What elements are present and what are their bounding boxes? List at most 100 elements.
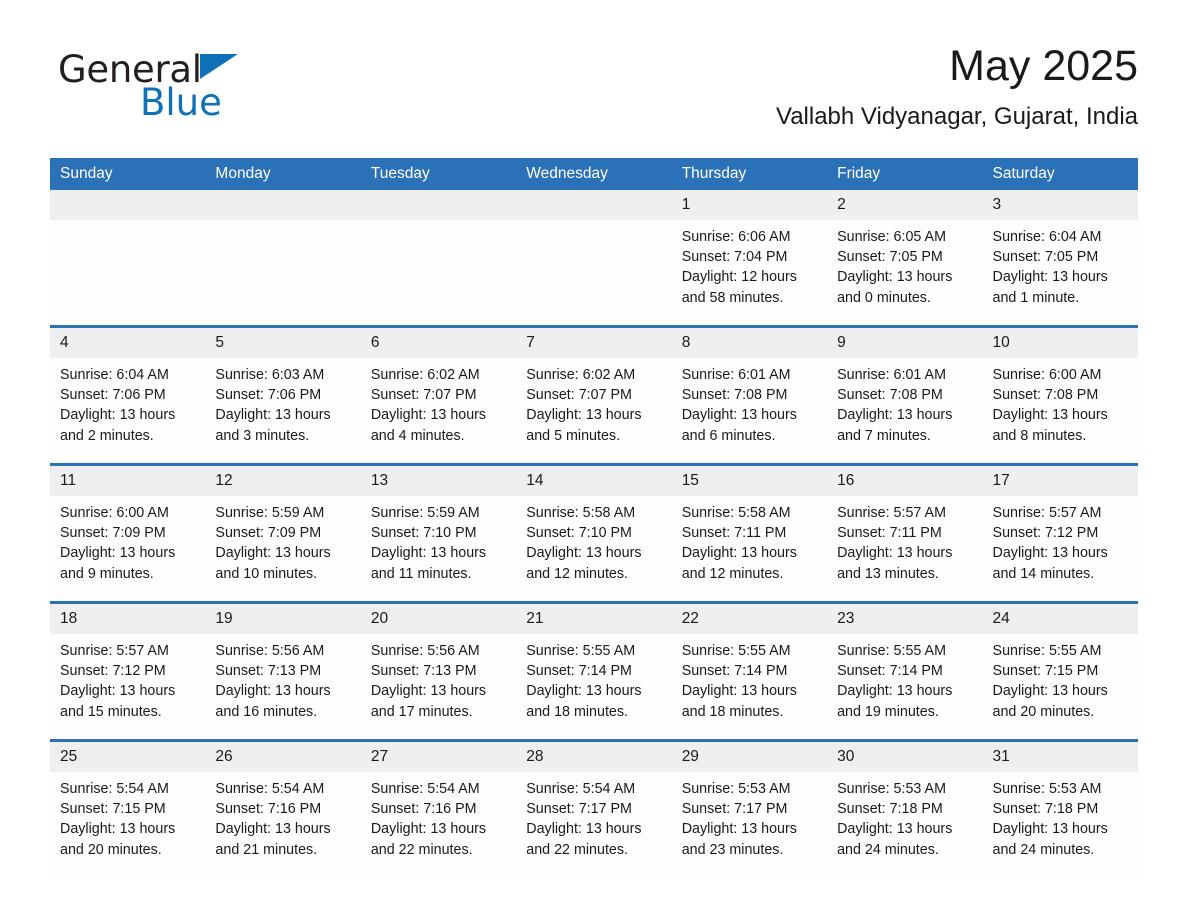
sunrise-text: Sunrise: 5:54 AM: [60, 781, 169, 797]
daylight-text: Daylight: 13 hours and 20 minutes.: [60, 821, 176, 858]
day-number: 15: [671, 466, 828, 496]
day-number: 23: [827, 604, 983, 634]
day-info: Sunrise: 5:54 AM Sunset: 7:17 PM Daylight:…: [516, 772, 671, 860]
day-number: 8: [671, 328, 828, 358]
calendar-day-cell[interactable]: 15 Sunrise: 5:58 AM Sunset: 7:11 PM Dayligh…: [671, 463, 828, 603]
sunset-text: Sunset: 7:15 PM: [992, 663, 1099, 680]
general-blue-logo[interactable]: General Blue: [58, 50, 318, 130]
day-number: 9: [827, 328, 983, 358]
sunset-text: Sunset: 7:11 PM: [681, 525, 787, 542]
calendar-header-row: Sunday Monday Tuesday Wednesday Thursday Frid…: [50, 158, 1138, 190]
daylight-text: Daylight: 13 hours and 23 minutes.: [681, 821, 797, 858]
calendar-day-cell[interactable]: 2 Sunrise: 6:05 AM Sunset: 7:05 PM Daylight…: [827, 190, 983, 327]
day-info: Sunrise: 6:04 AM Sunset: 7:05 PM Daylight:…: [983, 220, 1138, 308]
day-number: 7: [516, 328, 672, 358]
daylight-text: Daylight: 13 hours and 10 minutes.: [215, 545, 331, 582]
day-info: Sunrise: 6:02 AM Sunset: 7:07 PM Daylight:…: [361, 358, 516, 446]
calendar-day-cell[interactable]: 28 Sunrise: 5:54 AM Sunset: 7:17 PM Dayligh…: [516, 739, 672, 877]
calendar-day-cell[interactable]: 12 Sunrise: 5:59 AM Sunset: 7:09 PM Dayligh…: [205, 463, 361, 603]
day-number: 16: [827, 466, 983, 496]
calendar-day-cell[interactable]: 14 Sunrise: 5:58 AM Sunset: 7:10 PM Dayligh…: [516, 463, 672, 603]
calendar-day-cell[interactable]: 1 Sunrise: 6:06 AM Sunset: 7:04 PM Daylight…: [671, 190, 828, 327]
calendar-day-cell[interactable]: 20 Sunrise: 5:56 AM Sunset: 7:13 PM Dayligh…: [360, 601, 517, 741]
calendar-day-cell[interactable]: 8 Sunrise: 6:01 AM Sunset: 7:08 PM Daylight…: [671, 325, 828, 465]
day-number: [205, 190, 361, 220]
sunrise-text: Sunrise: 5:53 AM: [681, 781, 791, 797]
sunrise-text: Sunrise: 5:58 AM: [681, 505, 791, 521]
calendar-day-cell[interactable]: 24 Sunrise: 5:55 AM Sunset: 7:15 PM Dayligh…: [982, 601, 1138, 741]
calendar-day-cell[interactable]: 7 Sunrise: 6:02 AM Sunset: 7:07 PM Daylight…: [516, 325, 672, 465]
calendar-day-cell[interactable]: 30 Sunrise: 5:53 AM Sunset: 7:18 PM Dayligh…: [827, 739, 983, 877]
calendar-cell-empty: [50, 190, 206, 327]
calendar-day-cell[interactable]: 6 Sunrise: 6:02 AM Sunset: 7:07 PM Daylight…: [360, 325, 517, 465]
day-number: 4: [50, 328, 206, 358]
sunrise-text: Sunrise: 5:58 AM: [526, 505, 636, 521]
weekday-header-friday: Friday: [827, 158, 983, 190]
calendar-day-cell[interactable]: 9 Sunrise: 6:01 AM Sunset: 7:08 PM Daylight…: [827, 325, 983, 465]
daylight-text: Daylight: 13 hours and 24 minutes.: [837, 821, 953, 858]
daylight-text: Daylight: 13 hours and 16 minutes.: [215, 683, 331, 720]
daylight-text: Daylight: 13 hours and 8 minutes.: [992, 407, 1108, 444]
daylight-text: Daylight: 13 hours and 20 minutes.: [992, 683, 1108, 720]
daylight-text: Daylight: 13 hours and 21 minutes.: [215, 821, 331, 858]
calendar-day-cell[interactable]: 4 Sunrise: 6:04 AM Sunset: 7:06 PM Daylight…: [50, 325, 206, 465]
calendar-day-cell[interactable]: 29 Sunrise: 5:53 AM Sunset: 7:17 PM Dayligh…: [671, 739, 828, 877]
sunrise-text: Sunrise: 5:53 AM: [992, 781, 1102, 797]
calendar-day-cell[interactable]: 10 Sunrise: 6:00 AM Sunset: 7:08 PM Dayligh…: [982, 325, 1138, 465]
day-number: 13: [360, 466, 517, 496]
calendar-day-cell[interactable]: 18 Sunrise: 5:57 AM Sunset: 7:12 PM Dayligh…: [50, 601, 206, 741]
day-info: Sunrise: 5:55 AM Sunset: 7:14 PM Daylight:…: [827, 634, 982, 722]
sunrise-text: Sunrise: 6:00 AM: [992, 367, 1102, 383]
daylight-text: Daylight: 13 hours and 22 minutes.: [370, 821, 487, 858]
calendar-day-cell[interactable]: 25 Sunrise: 5:54 AM Sunset: 7:15 PM Dayligh…: [50, 739, 206, 877]
sunrise-text: Sunrise: 6:03 AM: [215, 367, 325, 383]
calendar-day-cell[interactable]: 3 Sunrise: 6:04 AM Sunset: 7:05 PM Daylight…: [982, 190, 1138, 327]
sunrise-text: Sunrise: 5:57 AM: [60, 643, 169, 659]
weekday-header-tuesday: Tuesday: [360, 158, 517, 190]
day-info: Sunrise: 6:03 AM Sunset: 7:06 PM Daylight:…: [205, 358, 360, 446]
day-info: Sunrise: 6:01 AM Sunset: 7:08 PM Daylight:…: [672, 358, 827, 446]
sunset-text: Sunset: 7:12 PM: [60, 663, 166, 680]
daylight-text: Daylight: 13 hours and 24 minutes.: [992, 821, 1108, 858]
sunset-text: Sunset: 7:05 PM: [992, 249, 1099, 266]
weekday-header-thursday: Thursday: [671, 158, 828, 190]
sunset-text: Sunset: 7:16 PM: [370, 801, 477, 818]
calendar-day-cell[interactable]: 13 Sunrise: 5:59 AM Sunset: 7:10 PM Dayligh…: [360, 463, 517, 603]
day-info: Sunrise: 6:04 AM Sunset: 7:06 PM Daylight:…: [50, 358, 205, 446]
calendar-day-cell[interactable]: 17 Sunrise: 5:57 AM Sunset: 7:12 PM Dayligh…: [982, 463, 1138, 603]
daylight-text: Daylight: 13 hours and 13 minutes.: [837, 545, 953, 582]
sunset-text: Sunset: 7:15 PM: [60, 801, 166, 818]
day-number: 10: [982, 328, 1138, 358]
sunrise-text: Sunrise: 5:55 AM: [526, 643, 636, 659]
weekday-header-saturday: Saturday: [982, 158, 1138, 190]
calendar-day-cell[interactable]: 27 Sunrise: 5:54 AM Sunset: 7:16 PM Dayligh…: [360, 739, 517, 877]
daylight-text: Daylight: 13 hours and 14 minutes.: [992, 545, 1108, 582]
day-number: 27: [360, 742, 517, 772]
calendar-day-cell[interactable]: 5 Sunrise: 6:03 AM Sunset: 7:06 PM Daylight…: [205, 325, 361, 465]
day-number: 19: [205, 604, 361, 634]
calendar-day-cell[interactable]: 21 Sunrise: 5:55 AM Sunset: 7:14 PM Dayligh…: [516, 601, 672, 741]
day-info: Sunrise: 5:58 AM Sunset: 7:11 PM Daylight:…: [672, 496, 827, 584]
calendar-week-row: 4 Sunrise: 6:04 AM Sunset: 7:06 PM Daylight…: [50, 325, 1138, 465]
daylight-text: Daylight: 13 hours and 2 minutes.: [60, 407, 176, 444]
sunrise-text: Sunrise: 6:05 AM: [837, 229, 946, 245]
calendar-day-cell[interactable]: 16 Sunrise: 5:57 AM Sunset: 7:11 PM Dayligh…: [827, 463, 983, 603]
sunset-text: Sunset: 7:07 PM: [370, 387, 477, 404]
calendar-day-cell[interactable]: 19 Sunrise: 5:56 AM Sunset: 7:13 PM Dayligh…: [205, 601, 361, 741]
calendar-table: Sunday Monday Tuesday Wednesday Thursday Frid…: [50, 158, 1138, 877]
calendar-day-cell[interactable]: 23 Sunrise: 5:55 AM Sunset: 7:14 PM Dayligh…: [827, 601, 983, 741]
calendar-day-cell[interactable]: 31 Sunrise: 5:53 AM Sunset: 7:18 PM Dayligh…: [982, 739, 1138, 877]
sunrise-text: Sunrise: 5:55 AM: [992, 643, 1102, 659]
day-number: 30: [827, 742, 983, 772]
day-number: 31: [982, 742, 1138, 772]
sunset-text: Sunset: 7:06 PM: [60, 387, 166, 404]
logo-triangle-icon: [199, 54, 238, 79]
day-info: Sunrise: 5:57 AM Sunset: 7:12 PM Daylight:…: [983, 496, 1138, 584]
calendar-day-cell[interactable]: 11 Sunrise: 6:00 AM Sunset: 7:09 PM Dayligh…: [50, 463, 206, 603]
calendar-day-cell[interactable]: 22 Sunrise: 5:55 AM Sunset: 7:14 PM Dayligh…: [671, 601, 828, 741]
sunset-text: Sunset: 7:09 PM: [60, 525, 166, 542]
calendar-day-cell[interactable]: 26 Sunrise: 5:54 AM Sunset: 7:16 PM Dayligh…: [205, 739, 361, 877]
calendar-week-row: 25 Sunrise: 5:54 AM Sunset: 7:15 PM Dayligh…: [50, 739, 1138, 877]
day-info: Sunrise: 5:54 AM Sunset: 7:16 PM Daylight:…: [205, 772, 360, 860]
day-info: Sunrise: 6:02 AM Sunset: 7:07 PM Daylight:…: [516, 358, 671, 446]
